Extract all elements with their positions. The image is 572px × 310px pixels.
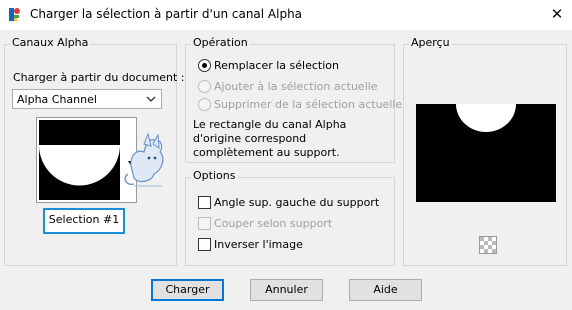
title-bar: Charger la sélection à partir d'un canal… <box>0 0 572 30</box>
selection-name-box[interactable]: Selection #1 <box>43 208 125 234</box>
operation-description-line-2: d'origine correspond <box>193 132 307 145</box>
checkbox-top-left-corner[interactable] <box>198 196 211 209</box>
document-select[interactable]: Alpha Channel <box>12 89 162 109</box>
aide-button[interactable]: Aide <box>349 279 422 301</box>
operation-description-line-3: complètement au support. <box>193 146 340 159</box>
annuler-button[interactable]: Annuler <box>250 279 323 301</box>
chevron-down-icon <box>145 93 157 105</box>
checkbox-invert-image-label[interactable]: Inverser l'image <box>214 238 303 251</box>
close-icon[interactable]: ✕ <box>548 5 566 23</box>
charger-button[interactable]: Charger <box>151 279 224 301</box>
radio-add-selection[interactable] <box>198 80 211 93</box>
operation-description-line-1: Le rectangle du canal Alpha <box>193 118 347 131</box>
checkbox-invert-image[interactable] <box>198 238 211 251</box>
operation-label: Opération <box>191 36 250 49</box>
paintshop-app-icon <box>8 7 22 22</box>
preview-label: Aperçu <box>409 36 452 49</box>
options-label: Options <box>191 169 238 182</box>
checkbox-top-left-corner-label[interactable]: Angle sup. gauche du support <box>214 196 379 209</box>
canaux-alpha-label: Canaux Alpha <box>10 36 91 49</box>
window-title: Charger la sélection à partir d'un canal… <box>30 7 303 21</box>
checkerboard-icon[interactable] <box>479 236 497 254</box>
load-from-label: Charger à partir du document : <box>13 71 185 84</box>
radio-replace-label[interactable]: Remplacer la sélection <box>214 59 339 72</box>
checkbox-crop-to-canvas[interactable] <box>198 217 211 230</box>
document-select-value: Alpha Channel <box>17 93 97 106</box>
radio-remove-selection[interactable] <box>198 98 211 111</box>
radio-remove-label[interactable]: Supprimer de la sélection actuelle <box>214 98 402 111</box>
radio-replace-selection[interactable] <box>198 59 211 72</box>
radio-add-label[interactable]: Ajouter à la sélection actuelle <box>214 80 378 93</box>
fox-watermark-icon <box>122 130 168 192</box>
checkbox-crop-to-canvas-label[interactable]: Couper selon support <box>214 217 332 230</box>
preview-image <box>416 104 556 202</box>
